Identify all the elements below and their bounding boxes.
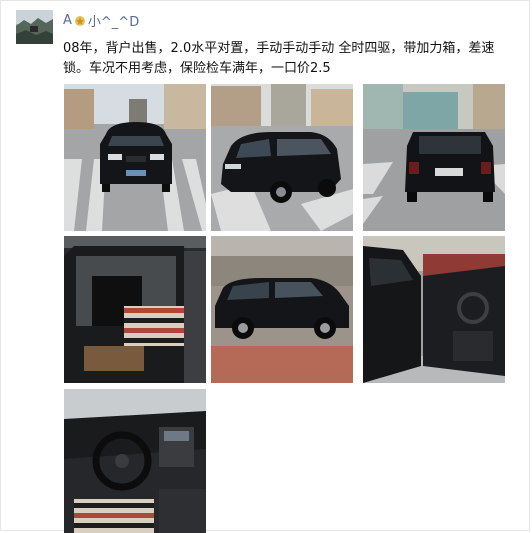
photo-car-side[interactable] (211, 236, 353, 383)
moments-post: A 小^_^D 08年，背户出售，2.0水平对置，手动手动手动 全时四驱，带加力… (0, 0, 530, 533)
photo-grid (64, 84, 509, 533)
username-prefix: A (63, 13, 72, 28)
avatar[interactable] (16, 10, 53, 44)
username[interactable]: A 小^_^D (63, 11, 139, 30)
photo-car-rear[interactable] (363, 84, 505, 231)
photo-rear-seats[interactable] (64, 236, 206, 383)
photo-dashboard[interactable] (64, 389, 206, 533)
photo-driver-door[interactable] (363, 236, 505, 383)
gold-emblem-icon (73, 14, 87, 28)
username-suffix: 小^_^D (87, 15, 140, 30)
photo-car-three-quarter[interactable] (211, 84, 353, 231)
post-text: 08年，背户出售，2.0水平对置，手动手动手动 全时四驱，带加力箱，差速锁。车况… (63, 41, 495, 76)
photo-car-front[interactable] (64, 84, 206, 231)
